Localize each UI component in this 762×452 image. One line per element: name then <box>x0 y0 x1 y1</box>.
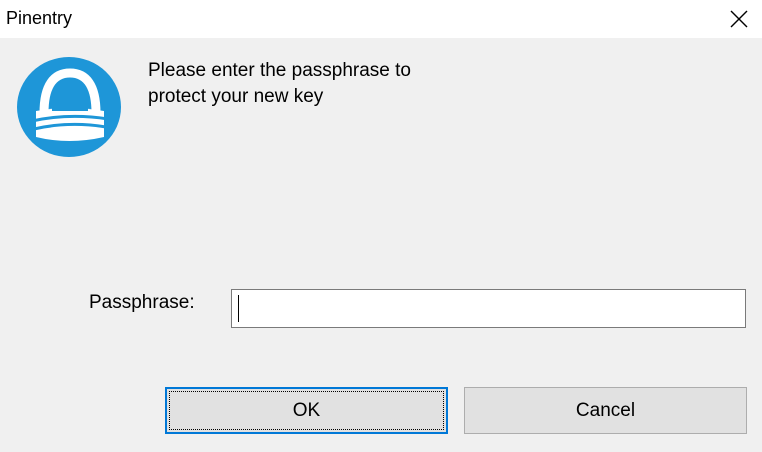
ok-button[interactable]: OK <box>165 387 448 434</box>
gnupg-lock-icon <box>17 57 121 157</box>
close-icon <box>730 10 748 28</box>
description-text: Please enter the passphrase to protect y… <box>148 58 568 110</box>
title-bar[interactable]: Pinentry <box>0 0 762 38</box>
description-line-2: protect your new key <box>148 86 324 107</box>
description-line-1: Please enter the passphrase to <box>148 60 412 81</box>
text-caret <box>238 295 239 322</box>
passphrase-label: Passphrase: <box>89 292 195 313</box>
pinentry-dialog: Pinentry Please enter the passphrase to … <box>0 0 762 452</box>
passphrase-input[interactable] <box>231 289 746 328</box>
window-title: Pinentry <box>6 8 73 28</box>
close-button[interactable] <box>716 0 762 38</box>
cancel-button[interactable]: Cancel <box>464 387 747 434</box>
